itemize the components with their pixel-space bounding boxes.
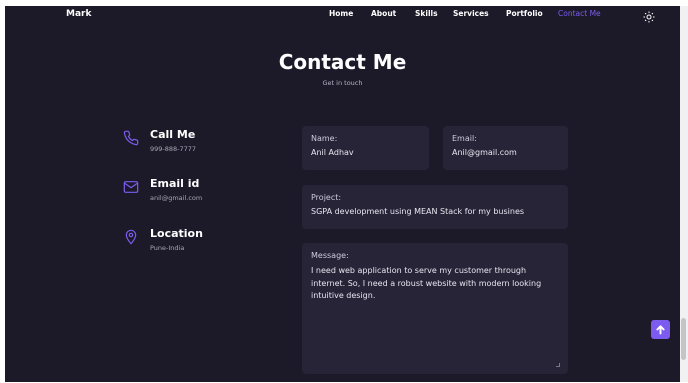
call-heading: Call Me <box>150 128 196 141</box>
email-detail: anil@gmail.com <box>150 194 203 202</box>
email-heading: Email id <box>150 177 200 190</box>
name-input[interactable]: Anil Adhav <box>311 148 354 157</box>
email-field[interactable]: Email: Anil@gmail.com <box>443 126 568 170</box>
message-label: Message: <box>311 251 349 260</box>
project-field[interactable]: Project: SGPA development using MEAN Sta… <box>302 185 568 229</box>
phone-icon <box>123 130 139 146</box>
nav-about[interactable]: About <box>371 9 396 18</box>
email-label: Email: <box>452 134 477 143</box>
message-field[interactable]: Message: I need web application to serve… <box>302 243 568 374</box>
page-title: Contact Me <box>278 50 407 74</box>
sun-icon[interactable] <box>643 8 655 23</box>
page-subtitle: Get in touch <box>322 79 363 87</box>
scrollbar-thumb[interactable] <box>681 318 686 360</box>
message-textarea[interactable]: I need web application to serve my custo… <box>311 265 556 303</box>
email-input[interactable]: Anil@gmail.com <box>452 148 517 157</box>
nav-skills[interactable]: Skills <box>415 9 438 18</box>
nav-services[interactable]: Services <box>453 9 489 18</box>
name-field[interactable]: Name: Anil Adhav <box>302 126 429 170</box>
arrow-up-icon[interactable] <box>651 320 670 339</box>
location-icon <box>123 229 139 245</box>
mail-icon <box>123 179 139 195</box>
brand-logo[interactable]: Mark <box>66 9 91 19</box>
location-detail: Pune-India <box>150 244 185 252</box>
project-input[interactable]: SGPA development using MEAN Stack for my… <box>311 207 524 216</box>
resize-handle[interactable] <box>556 363 560 367</box>
nav-contact-me[interactable]: Contact Me <box>558 9 601 18</box>
nav-portfolio[interactable]: Portfolio <box>506 9 543 18</box>
name-label: Name: <box>311 134 338 143</box>
nav-home[interactable]: Home <box>329 9 353 18</box>
call-detail: 999-888-7777 <box>150 145 197 153</box>
contact-page: Mark Home About Skills Services Portfoli… <box>5 6 680 382</box>
project-label: Project: <box>311 193 342 202</box>
location-heading: Location <box>150 227 203 240</box>
